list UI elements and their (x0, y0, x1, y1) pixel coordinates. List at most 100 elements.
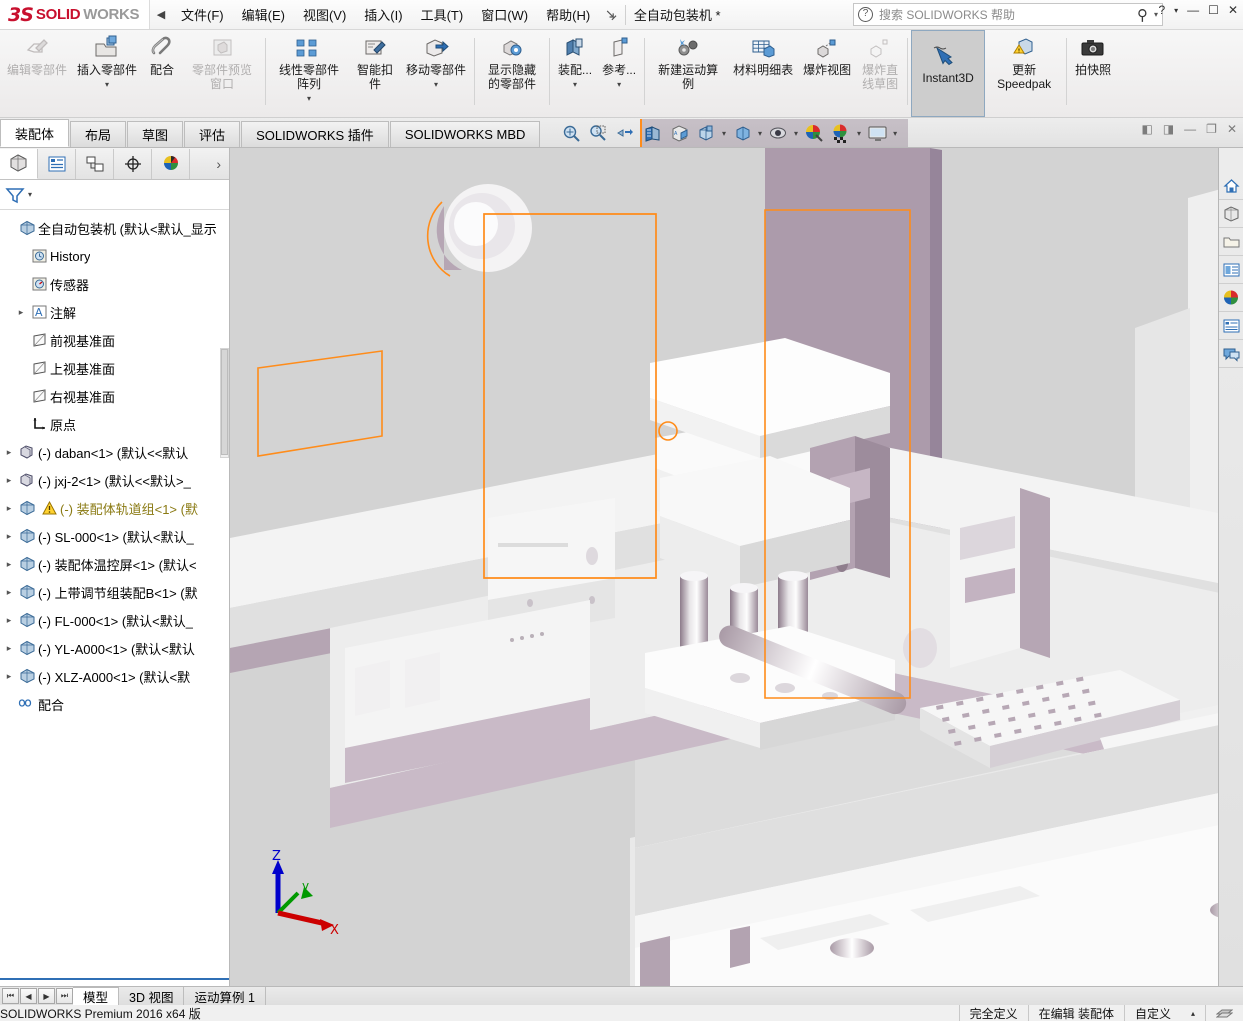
tree-filter-row[interactable]: ▾ (0, 180, 229, 210)
viewport-restore-button[interactable]: ❐ (1206, 122, 1217, 136)
help-button[interactable]: ? (1158, 3, 1165, 17)
status-caret-icon[interactable]: ▴ (1181, 1005, 1205, 1021)
tree-vertical-scrollbar[interactable] (220, 348, 229, 458)
file-explorer-icon[interactable] (1219, 228, 1243, 256)
tree-item-top-plane[interactable]: 上视基准面 (0, 354, 229, 382)
tab-evaluate[interactable]: 评估 (184, 121, 240, 147)
nav-next-button[interactable]: ▶ (38, 988, 55, 1004)
search-dropdown-icon[interactable]: ▾ (1154, 10, 1158, 19)
tab-sketch[interactable]: 草图 (127, 121, 183, 147)
chevron-down-icon[interactable]: ▾ (105, 78, 109, 92)
ribbon-insert-component[interactable]: 插入零部件 ▾ (72, 30, 142, 117)
minimize-button[interactable]: — (1187, 3, 1199, 17)
hide-show-items-icon[interactable] (731, 122, 753, 144)
nav-prev-button[interactable]: ◀ (20, 988, 37, 1004)
tree-expander[interactable]: ▸ (2, 615, 16, 626)
tree-item-yl-a000[interactable]: ▸ (-) YL-A000<1> (默认<默认 (0, 634, 229, 662)
filter-dropdown-icon[interactable]: ▾ (28, 190, 32, 199)
chevron-down-icon[interactable]: ▾ (758, 129, 762, 138)
bottom-tab-motion-study[interactable]: 运动算例 1 (184, 987, 265, 1005)
viewport-minimize-button[interactable]: — (1184, 122, 1196, 136)
chevron-down-icon[interactable]: ▾ (434, 78, 438, 92)
search-icon[interactable]: ⚲ (1137, 6, 1148, 24)
appearances-scenes-icon[interactable] (1219, 284, 1243, 312)
tab-solidworks-mbd[interactable]: SOLIDWORKS MBD (390, 121, 541, 147)
tree-expander[interactable]: ▸ (2, 643, 16, 654)
viewport-layout-icon[interactable] (866, 122, 888, 144)
chevron-down-icon[interactable]: ▾ (857, 129, 861, 138)
panel-tab-configuration-manager[interactable] (76, 149, 114, 179)
ribbon-component-preview[interactable]: 零部件预览窗口 (182, 30, 262, 117)
panel-tab-feature-manager[interactable] (0, 149, 38, 179)
zoom-to-area-icon[interactable] (587, 122, 609, 144)
pin-icon[interactable]: ⇥ (601, 4, 621, 24)
ribbon-take-snapshot[interactable]: 拍快照 (1070, 30, 1116, 117)
ribbon-edit-component[interactable]: 编辑零部件 (2, 30, 72, 117)
panel-tab-display-manager[interactable] (152, 149, 190, 179)
help-caret-icon[interactable]: ▾ (1174, 6, 1178, 15)
tree-item-annotations[interactable]: ▸ A 注解 (0, 298, 229, 326)
tree-item-assembly-root[interactable]: 全自动包装机 (默认<默认_显示 (0, 214, 229, 242)
maximize-button[interactable]: ☐ (1208, 3, 1219, 17)
menu-collapse-icon[interactable]: ◀ (150, 8, 172, 21)
menu-item-view[interactable]: 视图(V) (294, 2, 355, 27)
scrollbar-thumb[interactable] (221, 349, 228, 455)
tree-item-origin[interactable]: 原点 (0, 410, 229, 438)
menu-item-file[interactable]: 文件(F) (172, 2, 233, 27)
tree-item-sensors[interactable]: 传感器 (0, 270, 229, 298)
menu-item-window[interactable]: 窗口(W) (472, 2, 537, 27)
close-button[interactable]: ✕ (1228, 3, 1238, 17)
menu-item-help[interactable]: 帮助(H) (537, 2, 599, 27)
ribbon-update-speedpak[interactable]: 更新 Speedpak (985, 30, 1063, 117)
display-style-icon[interactable] (695, 122, 717, 144)
chevron-down-icon[interactable]: ▾ (893, 129, 897, 138)
graphics-viewport[interactable]: Z y X (230, 148, 1243, 986)
view-settings-icon[interactable] (767, 122, 789, 144)
tree-expander[interactable]: ▸ (2, 475, 16, 486)
home-icon[interactable] (1219, 172, 1243, 200)
tree-item-assembly-track-group[interactable]: ▸ (-) 装配体轨道组<1> (默 (0, 494, 229, 522)
view-palette-icon[interactable] (1219, 256, 1243, 284)
tree-expander[interactable]: ▸ (2, 447, 16, 458)
tree-item-xlz-a000[interactable]: ▸ (-) XLZ-A000<1> (默认<默 (0, 662, 229, 690)
ribbon-new-motion-study[interactable]: 新建运动算例 (648, 30, 728, 117)
tree-expander[interactable]: ▸ (14, 307, 28, 318)
panel-tab-property-manager[interactable] (38, 149, 76, 179)
bottom-tab-model[interactable]: 模型 (73, 987, 119, 1006)
tree-expander[interactable]: ▸ (2, 559, 16, 570)
collapse-left-icon[interactable]: ◧ (1141, 122, 1152, 136)
section-view-icon[interactable] (641, 122, 663, 144)
tree-expander[interactable]: ▸ (2, 503, 16, 514)
tree-item-right-plane[interactable]: 右视基准面 (0, 382, 229, 410)
tree-item-sl-000[interactable]: ▸ (-) SL-000<1> (默认<默认_ (0, 522, 229, 550)
help-search-box[interactable]: ? 搜索 SOLIDWORKS 帮助 ⚲ ▾ (853, 3, 1163, 26)
tree-item-front-plane[interactable]: 前视基准面 (0, 326, 229, 354)
chevron-down-icon[interactable]: ▾ (794, 129, 798, 138)
ribbon-instant3d[interactable]: Instant3D (911, 30, 985, 117)
ribbon-show-hidden-components[interactable]: 显示隐藏的零部件 (478, 30, 546, 117)
chevron-down-icon[interactable]: ▾ (617, 78, 621, 92)
solidworks-logo[interactable]: 3S SOLID WORKS (0, 0, 150, 29)
tree-item-upper-belt-adjust-b[interactable]: ▸ (-) 上带调节组装配B<1> (默 (0, 578, 229, 606)
panel-tabs-more-icon[interactable]: › (208, 156, 229, 172)
zoom-to-fit-icon[interactable] (560, 122, 582, 144)
design-library-icon[interactable] (1219, 200, 1243, 228)
chevron-down-icon[interactable]: ▾ (307, 92, 311, 106)
collapse-right-icon[interactable]: ◨ (1163, 122, 1174, 136)
tree-item-fl-000[interactable]: ▸ (-) FL-000<1> (默认<默认_ (0, 606, 229, 634)
ribbon-explode-line-sketch[interactable]: 爆炸直线草图 (856, 30, 904, 117)
view-orientation-icon[interactable]: A (668, 122, 690, 144)
nav-last-button[interactable]: ⏭ (56, 988, 73, 1004)
status-custom[interactable]: 自定义 (1124, 1005, 1181, 1021)
tree-item-temp-control-screen[interactable]: ▸ (-) 装配体温控屏<1> (默认< (0, 550, 229, 578)
menu-item-insert[interactable]: 插入(I) (355, 2, 411, 27)
tree-item-mates[interactable]: 配合 (0, 690, 229, 718)
panel-tab-dimxpert-manager[interactable] (114, 149, 152, 179)
ribbon-exploded-view[interactable]: 爆炸视图 (798, 30, 856, 117)
tree-expander[interactable]: ▸ (2, 531, 16, 542)
chevron-down-icon[interactable]: ▾ (722, 129, 726, 138)
menu-item-edit[interactable]: 编辑(E) (233, 2, 294, 27)
ribbon-reference-geometry[interactable]: 参考... ▾ (597, 30, 641, 117)
custom-properties-icon[interactable] (1219, 312, 1243, 340)
menu-item-tools[interactable]: 工具(T) (412, 2, 473, 27)
